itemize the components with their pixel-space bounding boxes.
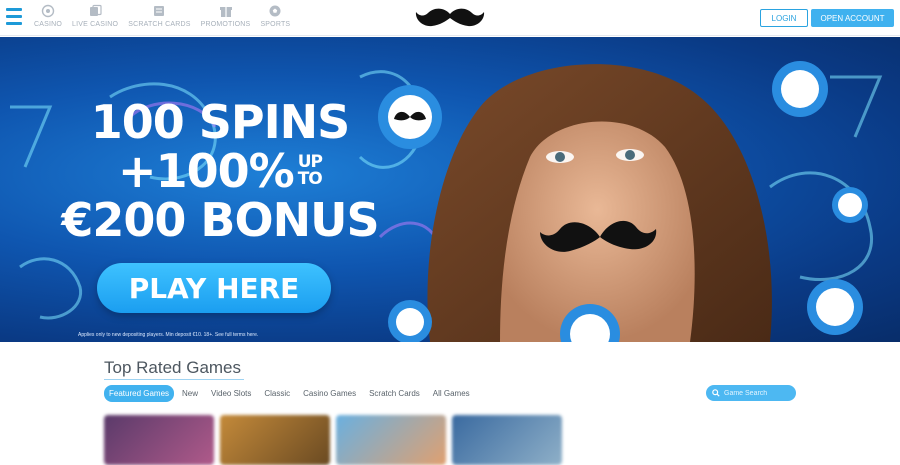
search-icon: [712, 389, 720, 397]
promo-banner[interactable]: 100 SPINS +100% UP TO €200 BONUS PLAY HE…: [0, 37, 900, 342]
promo-up-to: UP TO: [297, 154, 323, 189]
tab-video-slots[interactable]: Video Slots: [206, 385, 256, 402]
tab-new[interactable]: New: [177, 385, 203, 402]
tab-featured-games[interactable]: Featured Games: [104, 385, 175, 402]
promo-line-spins: 100 SPINS: [90, 95, 351, 149]
section-title: Top Rated Games: [104, 358, 242, 377]
tab-casino-games[interactable]: Casino Games: [298, 385, 361, 402]
search-input[interactable]: [724, 389, 792, 397]
play-here-button[interactable]: PLAY HERE: [97, 263, 331, 313]
game-thumbnail[interactable]: [104, 415, 214, 465]
top-header: CASINO LIVE CASINO SCRATCH CARDS PROMOTI…: [0, 0, 900, 36]
tab-all-games[interactable]: All Games: [428, 385, 475, 402]
promo-percent: +100%: [118, 144, 295, 198]
game-search[interactable]: [706, 385, 796, 401]
login-button[interactable]: LOGIN: [760, 9, 808, 27]
gift-icon: [219, 7, 232, 17]
nav-item-label: PROMOTIONS: [200, 21, 251, 28]
promo-line-bonus: €200 BONUS: [61, 193, 379, 247]
terms-text[interactable]: Applies only to new depositing players. …: [78, 332, 258, 338]
title-underline: [104, 379, 244, 380]
nav-item-label: LIVE CASINO: [72, 21, 119, 28]
game-thumbnail[interactable]: [452, 415, 562, 465]
nav-item-casino[interactable]: CASINO: [34, 4, 62, 28]
casino-chip-icon: [41, 4, 55, 18]
nav-item-promotions[interactable]: PROMOTIONS: [201, 4, 251, 28]
main-nav: CASINO LIVE CASINO SCRATCH CARDS PROMOTI…: [34, 4, 300, 28]
tab-classic[interactable]: Classic: [259, 385, 295, 402]
open-account-button[interactable]: OPEN ACCOUNT: [811, 9, 894, 27]
nav-item-sports[interactable]: SPORTS: [260, 4, 290, 28]
moustache-logo[interactable]: [414, 5, 486, 31]
game-thumbnail[interactable]: [220, 415, 330, 465]
nav-item-label: CASINO: [34, 21, 63, 28]
scratch-card-icon: [154, 6, 165, 16]
game-thumbnails: [104, 415, 562, 465]
promo-line-percent: +100% UP TO: [60, 147, 380, 195]
nav-item-label: SPORTS: [260, 21, 291, 28]
nav-item-scratch-cards[interactable]: SCRATCH CARDS: [128, 4, 190, 28]
nav-item-label: SCRATCH CARDS: [128, 21, 191, 28]
football-icon: [269, 5, 281, 17]
tab-scratch-cards[interactable]: Scratch Cards: [364, 385, 425, 402]
menu-icon[interactable]: [6, 8, 22, 26]
nav-item-live-casino[interactable]: LIVE CASINO: [72, 4, 118, 28]
live-casino-icon: [90, 4, 102, 16]
game-thumbnail[interactable]: [336, 415, 446, 465]
promo-headline: 100 SPINS +100% UP TO €200 BONUS: [60, 97, 380, 245]
game-tabs: Featured Games New Video Slots Classic C…: [104, 385, 478, 402]
promo-to: TO: [297, 169, 323, 189]
